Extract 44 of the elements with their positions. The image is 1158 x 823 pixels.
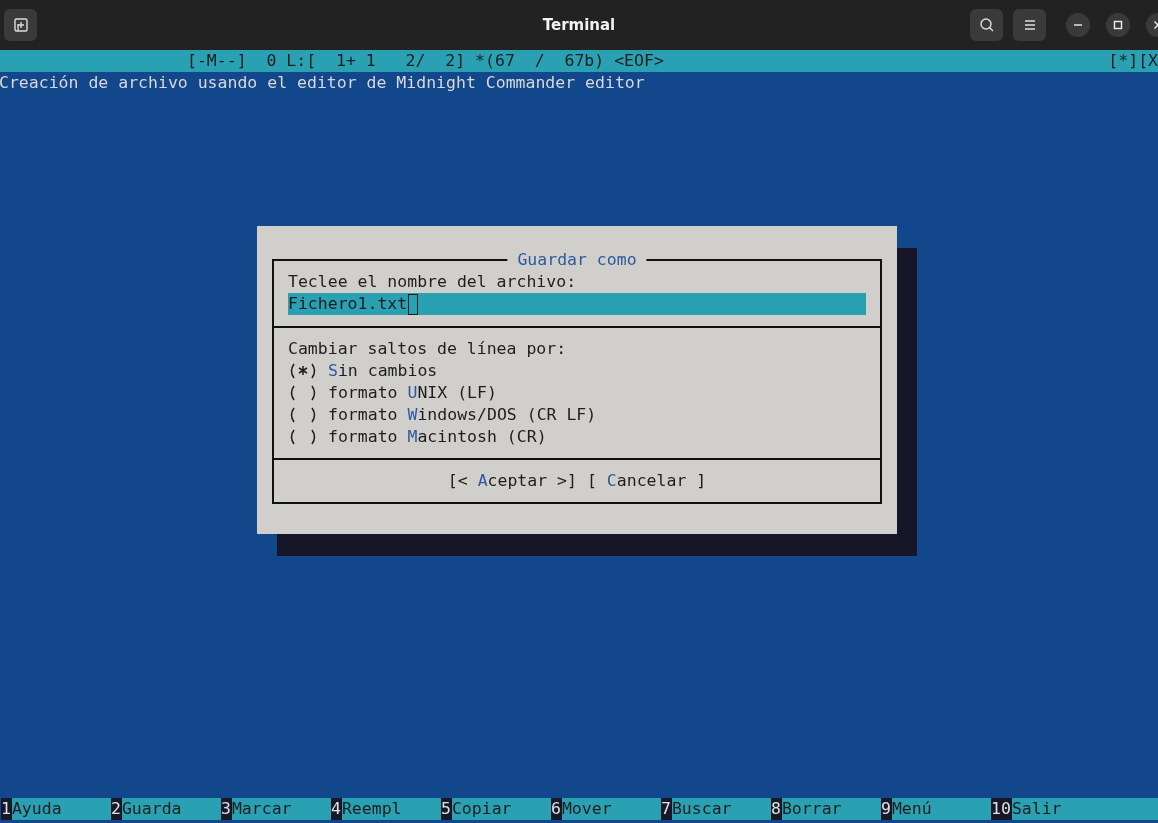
search-button[interactable]	[970, 9, 1003, 41]
menu-icon	[1022, 19, 1037, 31]
text-cursor	[408, 293, 419, 315]
function-key-button[interactable]: Mover	[561, 798, 661, 820]
function-key-button[interactable]: Copiar	[451, 798, 551, 820]
function-key-button[interactable]: Ayuda	[11, 798, 111, 820]
new-tab-button[interactable]	[4, 9, 37, 41]
function-key-button[interactable]: Buscar	[671, 798, 771, 820]
function-key-number: 6	[551, 798, 562, 820]
dialog-button[interactable]: [ Cancelar ]	[586, 470, 707, 492]
maximize-button[interactable]	[1106, 13, 1130, 37]
radio-label[interactable]: formato Windows/DOS (CR LF)	[328, 404, 597, 426]
function-key-button[interactable]: Marcar	[231, 798, 331, 820]
function-key-number: 3	[221, 798, 232, 820]
function-key-number: 7	[661, 798, 672, 820]
minimize-icon	[1073, 24, 1083, 26]
editor-status: [-M--] 0 L:[ 1+ 1 2/ 2] *(67 / 67b) <EOF>	[186, 50, 664, 72]
group-label: Cambiar saltos de línea por:	[288, 338, 568, 360]
function-key-number: 2	[111, 798, 122, 820]
function-key-number: 1	[1, 798, 12, 820]
maximize-icon	[1113, 20, 1123, 30]
menu-button[interactable]	[1013, 9, 1046, 41]
filename-field[interactable]: Fichero1.txt	[288, 293, 866, 315]
function-key-number: 4	[331, 798, 342, 820]
window-title: Terminal	[542, 16, 616, 34]
function-key-number: 10	[991, 798, 1012, 820]
radio-label[interactable]: formato UNIX (LF)	[328, 382, 497, 404]
function-key-button[interactable]: Guarda	[121, 798, 221, 820]
function-key-button[interactable]: Menú	[891, 798, 991, 820]
function-key-number: 8	[771, 798, 782, 820]
search-icon	[978, 17, 995, 33]
function-key-button[interactable]: Borrar	[781, 798, 881, 820]
prompt-label: Teclee el nombre del archivo:	[288, 271, 578, 293]
new-tab-icon	[12, 17, 29, 33]
text-line: Creación de archivo usando el editor de Midnight Commander editor	[0, 72, 646, 94]
function-key-button[interactable]: Salir	[1011, 798, 1158, 820]
radio-label[interactable]: formato Macintosh (CR)	[328, 426, 547, 448]
window-flags: [*][X	[1108, 50, 1158, 72]
radio-label[interactable]: Sin cambios	[328, 360, 438, 382]
function-key-number: 5	[441, 798, 452, 820]
minimize-button[interactable]	[1066, 13, 1090, 37]
dialog-button[interactable]: [< Aceptar >]	[447, 470, 577, 492]
function-key-button[interactable]: Reempl	[341, 798, 441, 820]
function-key-number: 9	[881, 798, 892, 820]
